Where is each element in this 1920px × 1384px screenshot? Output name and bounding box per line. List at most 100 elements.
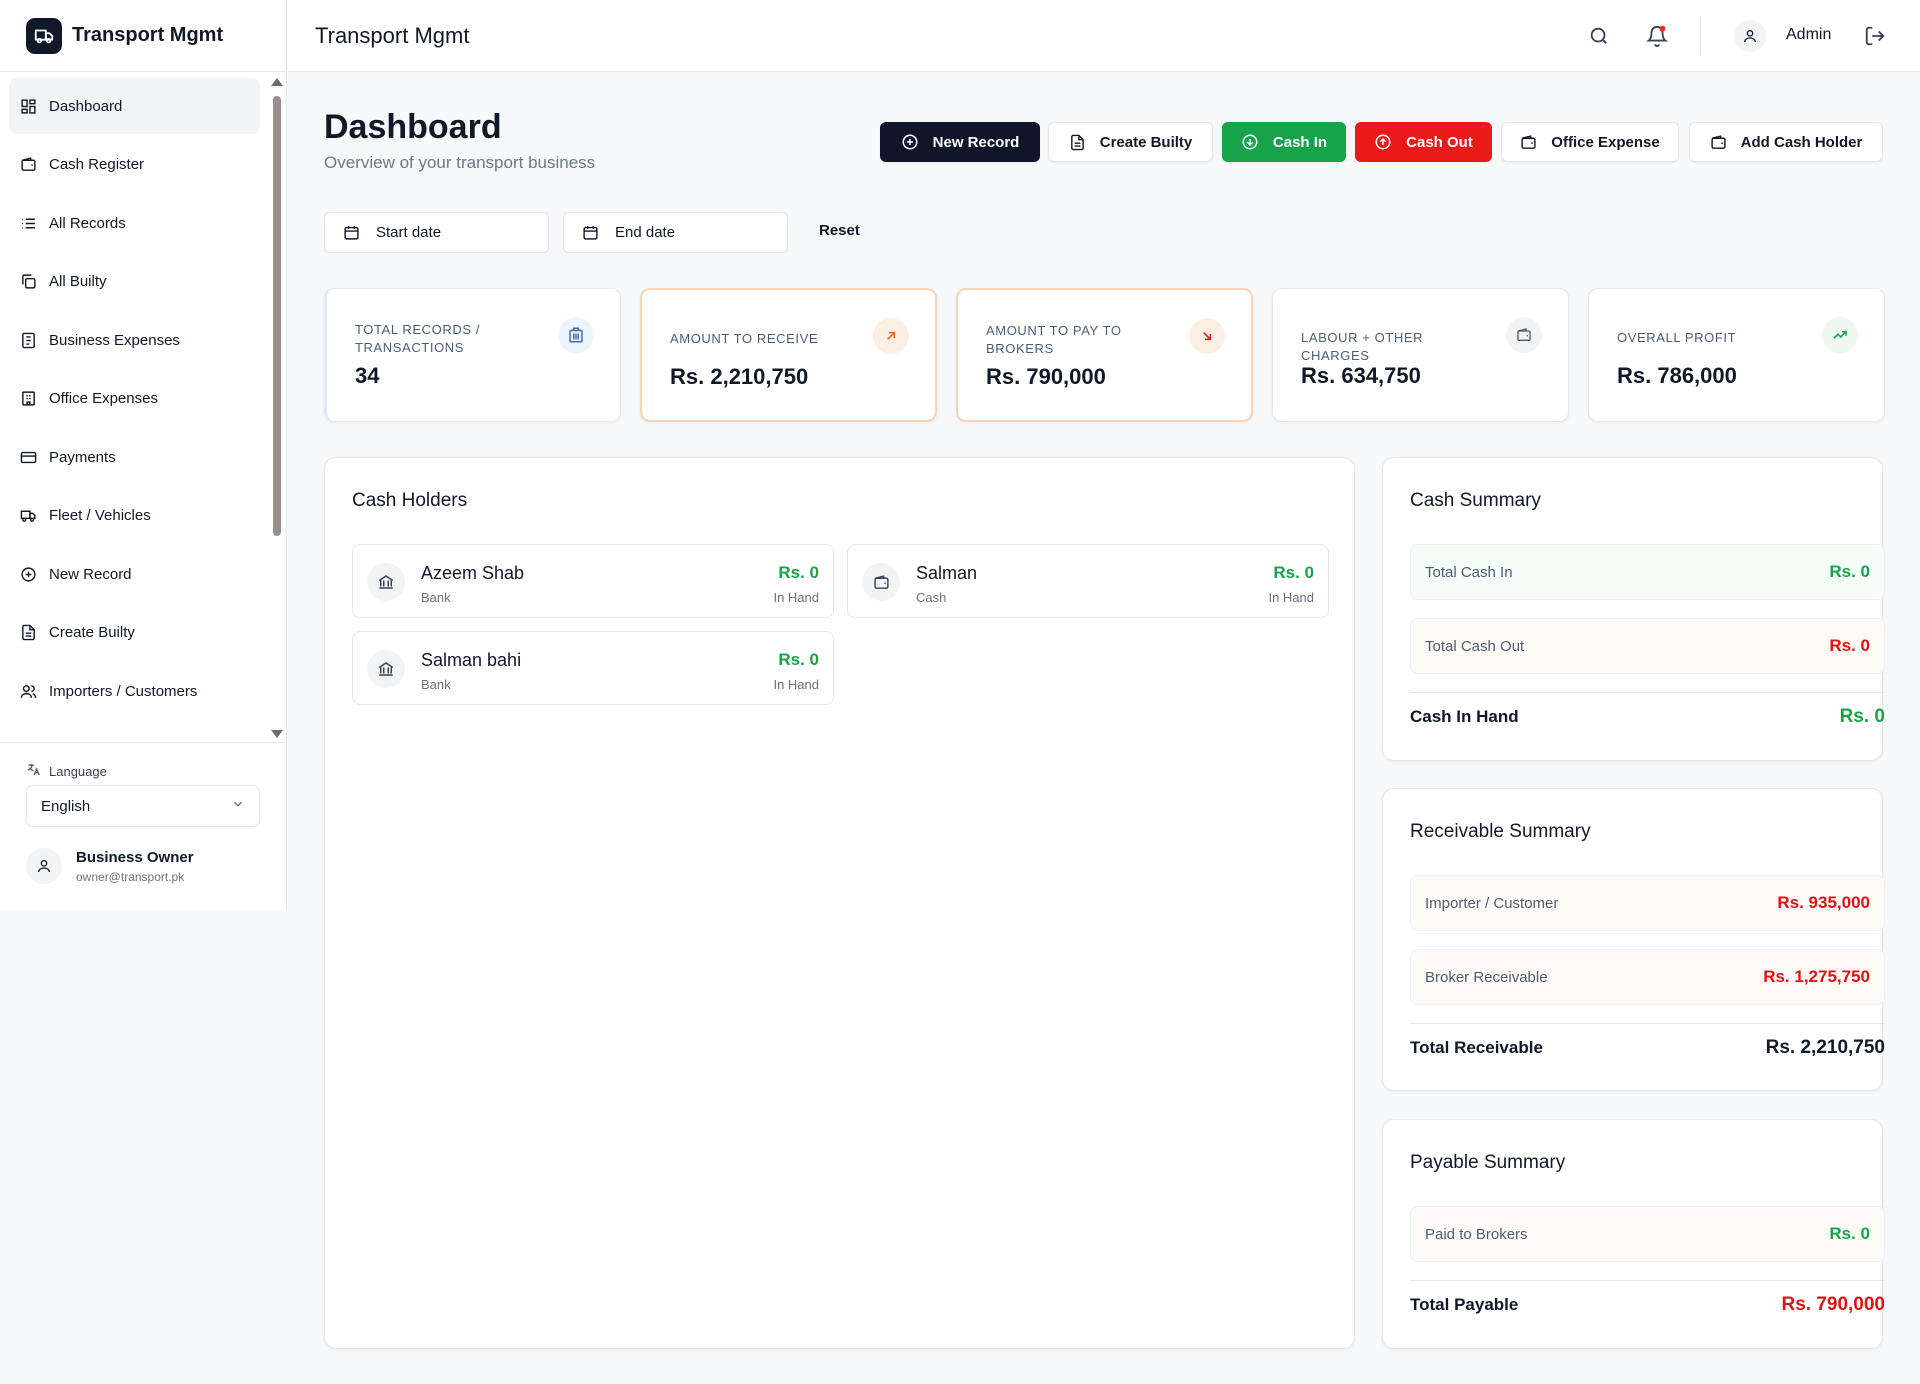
wallet-icon [19,156,37,174]
arrow-up-circle-icon [1374,133,1392,151]
dashboard-icon [19,97,37,115]
sidebar-scrollbar[interactable] [270,74,284,740]
start-date-input[interactable]: Start date [324,212,549,253]
stat-value: 34 [355,363,380,388]
topbar: Transport Mgmt Admin [288,0,1920,72]
search-icon[interactable] [1587,24,1611,48]
sidebar-item-cash-register[interactable]: Cash Register [9,137,260,193]
plus-circle-icon [19,565,37,583]
scroll-up-arrow-icon[interactable] [271,78,283,86]
end-date-input[interactable]: End date [563,212,788,253]
cash-in-hand-row: Cash In Hand Rs. 0 [1410,706,1885,727]
sidebar-item-all-records[interactable]: All Records [9,195,260,251]
cash-holder-card[interactable]: Salman Cash Rs. 0 In Hand [847,544,1329,618]
stat-label: LABOUR + OTHER CHARGES [1301,330,1424,363]
plus-circle-icon [901,133,919,151]
payable-summary-panel: Payable Summary Paid to Brokers Rs. 0 To… [1382,1119,1885,1349]
logout-icon[interactable] [1863,24,1887,48]
panel-title: Cash Summary [1410,490,1541,511]
sidebar-item-new-record[interactable]: New Record [9,546,260,602]
page-title: Dashboard [324,108,502,146]
cash-in-button[interactable]: Cash In [1222,122,1346,162]
office-expense-button[interactable]: Office Expense [1501,122,1679,162]
total-cash-in-row: Total Cash In Rs. 0 [1410,544,1885,600]
paid-to-brokers-row: Paid to Brokers Rs. 0 [1410,1206,1885,1262]
sidebar-item-fleet-vehicles[interactable]: Fleet / Vehicles [9,488,260,544]
brand[interactable]: Transport Mgmt [0,0,286,72]
calendar-icon [343,224,360,241]
arrow-up-right-icon [873,318,909,354]
sidebar-item-label: Fleet / Vehicles [49,507,151,524]
chevron-down-icon [231,797,245,815]
language-label: Language [26,762,107,780]
topbar-title: Transport Mgmt [315,23,470,48]
sidebar-item-label: Payments [49,448,116,466]
stat-label: TOTAL RECORDS / TRANSACTIONS [355,322,481,355]
sidebar-item-importers-customers[interactable]: Importers / Customers [9,663,260,719]
bell-icon[interactable] [1645,24,1669,48]
stat-card-overall-profit: OVERALL PROFIT Rs. 786,000 [1588,288,1885,422]
trending-up-icon [1822,317,1858,353]
panel-title: Payable Summary [1410,1152,1566,1173]
stat-card-amount-to-pay-brokers: AMOUNT TO PAY TO BROKERS Rs. 790,000 [956,288,1253,422]
file-text-icon [19,624,37,642]
calendar-icon [582,224,599,241]
total-receivable-row: Total Receivable Rs. 2,210,750 [1410,1037,1885,1058]
sidebar-item-business-expenses[interactable]: Business Expenses [9,312,260,368]
wallet-icon [862,563,900,601]
cash-holder-card[interactable]: Azeem Shab Bank Rs. 0 In Hand [352,544,834,618]
sidebar-item-create-builty[interactable]: Create Builty [9,605,260,661]
bank-icon [367,563,405,601]
total-payable-row: Total Payable Rs. 790,000 [1410,1294,1885,1315]
new-record-button[interactable]: New Record [880,122,1040,162]
admin-name[interactable]: Admin [1744,26,1831,44]
scroll-down-arrow-icon[interactable] [271,730,283,738]
add-cash-holder-button[interactable]: Add Cash Holder [1689,122,1883,162]
bank-icon [367,650,405,688]
cash-holder-card[interactable]: Salman bahi Bank Rs. 0 In Hand [352,631,834,705]
building-icon [558,317,594,353]
translate-icon [26,762,41,780]
reset-button[interactable]: Reset [819,222,860,239]
sidebar-item-payments[interactable]: Payments [9,429,260,485]
language-select[interactable]: English [26,785,260,827]
page-subtitle: Overview of your transport business [324,153,596,172]
summary-divider [1410,1280,1885,1281]
sidebar-item-label: All Builty [49,273,107,290]
receipt-icon [19,331,37,349]
cash-out-button[interactable]: Cash Out [1355,122,1492,162]
user-profile[interactable]: Business Owner owner@transport.pk [26,848,194,884]
stat-card-total-records: TOTAL RECORDS / TRANSACTIONS 34 [324,288,621,422]
sidebar-item-label: Business Expenses [49,331,180,349]
summary-divider [1410,692,1885,693]
stat-label: OVERALL PROFIT [1617,330,1737,345]
sidebar-item-label: Create Builty [49,624,135,641]
sidebar-empty-area [0,910,287,1384]
sidebar: Transport Mgmt Dashboard Cash Register A… [0,0,287,910]
sidebar-item-label: Office Expenses [49,390,158,407]
sidebar-item-office-expenses[interactable]: Office Expenses [9,371,260,427]
stat-value: Rs. 790,000 [986,364,1106,389]
user-icon [26,848,62,884]
sidebar-item-label: Dashboard [49,97,123,115]
stat-card-amount-to-receive: AMOUNT TO RECEIVE Rs. 2,210,750 [640,288,937,422]
stat-value: Rs. 2,210,750 [670,364,809,389]
list-icon [19,214,37,232]
truck-logo-icon [26,17,62,54]
create-builty-button[interactable]: Create Builty [1048,122,1213,162]
credit-card-icon [19,448,37,466]
importer-customer-row: Importer / Customer Rs. 935,000 [1410,875,1885,931]
broker-receivable-row: Broker Receivable Rs. 1,275,750 [1410,949,1885,1005]
panel-title: Cash Holders [352,490,468,511]
total-cash-out-row: Total Cash Out Rs. 0 [1410,618,1885,674]
stat-label: AMOUNT TO PAY TO BROKERS [986,323,1122,356]
language-value: English [41,797,91,815]
truck-icon [19,507,37,525]
building-icon [19,390,37,408]
sidebar-item-all-builty[interactable]: All Builty [9,254,260,310]
sidebar-divider [0,742,287,743]
sidebar-item-dashboard[interactable]: Dashboard [9,78,260,134]
users-icon [19,682,37,700]
stat-card-labour-other-charges: LABOUR + OTHER CHARGES Rs. 634,750 [1272,288,1569,422]
scroll-thumb[interactable] [273,96,281,536]
